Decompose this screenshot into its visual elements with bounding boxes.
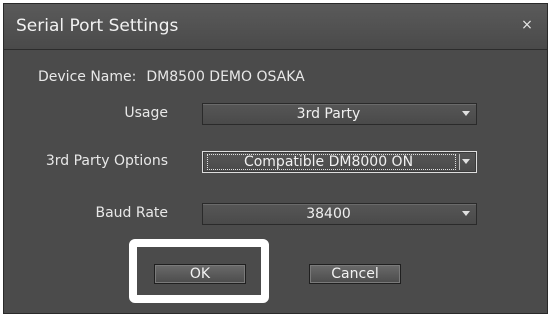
close-icon[interactable]: ×	[517, 15, 537, 35]
third-party-options-label: 3rd Party Options	[45, 153, 168, 169]
usage-label: Usage	[124, 105, 168, 121]
device-name-label: Device Name:	[38, 69, 137, 85]
usage-select[interactable]: 3rd Party	[202, 103, 477, 125]
third-party-options-select-value: Compatible DM8000 ON	[243, 154, 414, 170]
usage-select-value: 3rd Party	[296, 106, 361, 122]
dialog-title: Serial Port Settings	[16, 16, 179, 36]
dropdown-arrow-icon	[462, 159, 470, 164]
dropdown-arrow-icon	[462, 111, 470, 116]
baud-rate-select[interactable]: 38400	[202, 203, 477, 225]
third-party-options-select[interactable]: Compatible DM8000 ON	[202, 151, 477, 173]
baud-rate-select-value: 38400	[306, 206, 351, 222]
serial-port-settings-dialog: Serial Port Settings × Device Name: DM850…	[3, 3, 548, 314]
baud-rate-label: Baud Rate	[95, 205, 169, 221]
dropdown-arrow-icon	[462, 211, 470, 216]
ok-button[interactable]: OK	[154, 264, 246, 284]
title-bar[interactable]: Serial Port Settings ×	[4, 4, 547, 50]
cancel-button[interactable]: Cancel	[309, 264, 401, 284]
device-name-row: Device Name: DM8500 DEMO OSAKA	[38, 69, 305, 85]
device-name-value: DM8500 DEMO OSAKA	[146, 69, 305, 85]
